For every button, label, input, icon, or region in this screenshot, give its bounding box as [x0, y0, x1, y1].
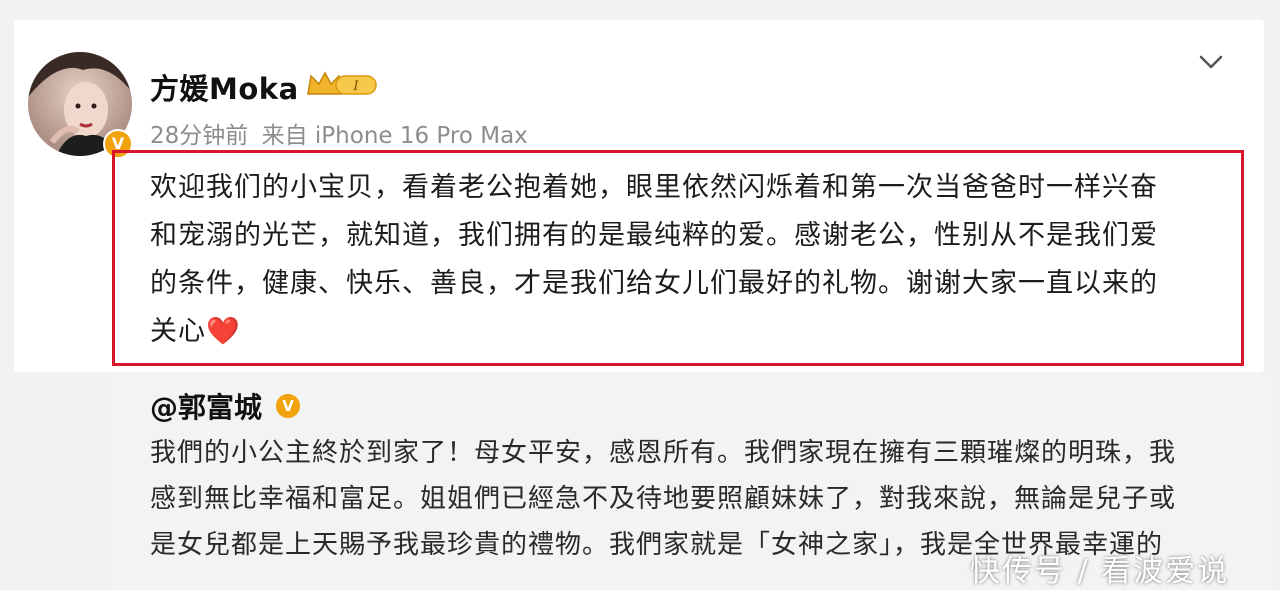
verified-v-icon: V [276, 394, 300, 418]
post-text-line: 和宠溺的光芒，就知道，我们拥有的是最纯粹的爱。感谢老公，性别从不是我们爱 [150, 220, 1158, 251]
post-text-line: 关心 [150, 316, 206, 347]
mention-link[interactable]: @郭富城 [150, 386, 262, 426]
author-name[interactable]: 方媛Moka [150, 66, 299, 108]
heart-icon: ❤️ [206, 316, 241, 347]
repost-text-line: 我們的小公主終於到家了！母女平安，感恩所有。我們家現在擁有三顆璀燦的明珠，我 [150, 438, 1177, 468]
post-text-line: 欢迎我们的小宝贝，看着老公抱着她，眼里依然闪烁着和第一次当爸爸时一样兴奋 [150, 172, 1158, 203]
watermark: 快传号 / 看波爱说 [970, 554, 1230, 589]
repost-text-line: 感到無比幸福和富足。姐姐們已經急不及待地要照顧妹妹了，對我來說，無論是兒子或 [150, 484, 1177, 514]
post-time: 28分钟前 [150, 123, 249, 149]
post-meta: 28分钟前 来自 iPhone 16 Pro Max [150, 116, 528, 150]
post-source: 来自 iPhone 16 Pro Max [261, 123, 528, 149]
level-badge-text: I [352, 79, 359, 94]
post-text-line: 的条件，健康、快乐、善良，才是我们给女儿们最好的礼物。谢谢大家一直以来的 [150, 268, 1158, 299]
crown-level-icon[interactable]: I [306, 70, 378, 102]
chevron-down-icon[interactable] [1198, 52, 1224, 76]
post-text-line-last: 关心❤️ [150, 308, 241, 356]
